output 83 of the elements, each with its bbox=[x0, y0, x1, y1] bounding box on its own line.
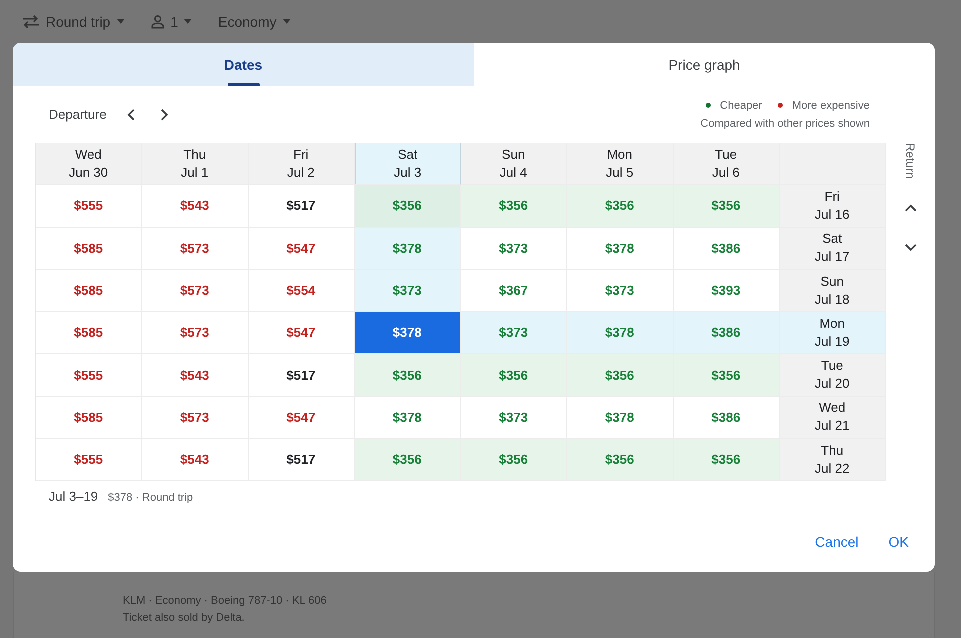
selected-price: $378 · Round trip bbox=[108, 492, 194, 504]
cabin-class-dropdown[interactable]: Economy bbox=[216, 12, 293, 32]
price-cell[interactable]: $543 bbox=[142, 185, 248, 228]
departure-label: Departure bbox=[49, 107, 107, 122]
price-cell[interactable]: $547 bbox=[248, 312, 355, 354]
dialog-button[interactable]: OK bbox=[878, 526, 919, 558]
return-date-header: Sun Jul 18 bbox=[780, 270, 886, 312]
price-cell[interactable]: $386 bbox=[674, 228, 780, 270]
return-date-header: Mon Jul 19 bbox=[780, 312, 886, 354]
legend-label: More expensive bbox=[792, 100, 870, 112]
price-cell[interactable]: $543 bbox=[142, 439, 248, 482]
price-cell[interactable]: $554 bbox=[248, 270, 355, 312]
price-cell[interactable]: $373 bbox=[461, 396, 568, 440]
price-cell[interactable]: $356 bbox=[674, 439, 780, 482]
swap-arrows-icon bbox=[22, 14, 40, 28]
departure-date-header: Sun Jul 4 bbox=[461, 143, 568, 186]
price-cell[interactable]: $585 bbox=[36, 396, 142, 440]
price-cell[interactable]: $356 bbox=[567, 185, 674, 228]
departure-date-header: Thu Jul 1 bbox=[142, 143, 248, 186]
price-cell[interactable]: $573 bbox=[142, 228, 248, 270]
price-cell[interactable]: $367 bbox=[461, 270, 568, 312]
flight-details: KLM · Economy · Boeing 787-10 · KL 606 bbox=[123, 594, 327, 609]
price-cell[interactable]: $378 bbox=[354, 396, 461, 440]
return-date-header: Sat Jul 17 bbox=[780, 228, 886, 270]
selected-dates: Jul 3–19 bbox=[49, 489, 98, 504]
return-axis-label: Return bbox=[904, 143, 918, 182]
price-cell[interactable]: $585 bbox=[36, 312, 142, 354]
price-cell[interactable]: $356 bbox=[354, 185, 461, 228]
return-date-header: Tue Jul 20 bbox=[780, 354, 886, 397]
price-cell[interactable]: $378 bbox=[567, 228, 674, 270]
price-cell[interactable]: $386 bbox=[674, 396, 780, 440]
departure-date-header: Tue Jul 6 bbox=[674, 143, 780, 186]
price-cell[interactable]: $517 bbox=[248, 439, 355, 482]
caret-icon bbox=[184, 19, 192, 24]
price-cell[interactable]: $393 bbox=[674, 270, 780, 312]
price-cell[interactable]: $573 bbox=[142, 396, 248, 440]
price-cell[interactable]: $555 bbox=[36, 354, 142, 397]
return-date-header: Thu Jul 22 bbox=[780, 439, 886, 482]
caret-icon bbox=[282, 19, 291, 24]
departure-date-header: Fri Jul 2 bbox=[248, 143, 355, 186]
price-cell[interactable]: $378 bbox=[567, 396, 674, 440]
legend-label: Cheaper bbox=[720, 100, 762, 112]
person-icon bbox=[150, 14, 165, 28]
price-cell[interactable]: $356 bbox=[567, 439, 674, 482]
price-cell[interactable]: $543 bbox=[142, 354, 248, 397]
trip-type-dropdown[interactable]: Round trip bbox=[20, 12, 127, 32]
return-date-header: Fri Jul 16 bbox=[780, 185, 886, 228]
price-cell[interactable]: $547 bbox=[248, 228, 355, 270]
price-cell[interactable]: $356 bbox=[674, 185, 780, 228]
tab[interactable]: Dates bbox=[13, 43, 474, 86]
price-cell[interactable]: $356 bbox=[567, 354, 674, 397]
price-cell[interactable]: $356 bbox=[461, 439, 568, 482]
price-cell[interactable]: $555 bbox=[36, 185, 142, 228]
price-cell[interactable]: $378 bbox=[567, 312, 674, 354]
dialog-button[interactable]: Cancel bbox=[805, 526, 869, 558]
departure-date-header: Mon Jul 5 bbox=[567, 143, 674, 186]
return-date-header: Wed Jul 21 bbox=[780, 396, 886, 440]
legend-note: Compared with other prices shown bbox=[700, 118, 870, 130]
price-cell[interactable]: $356 bbox=[461, 185, 568, 228]
departure-date-header: Wed Jun 30 bbox=[36, 143, 142, 186]
price-cell[interactable]: $517 bbox=[248, 185, 355, 228]
price-cell[interactable]: $356 bbox=[354, 354, 461, 397]
passengers-dropdown[interactable]: 1 bbox=[148, 12, 194, 32]
caret-icon bbox=[116, 19, 125, 24]
price-cell[interactable]: $517 bbox=[248, 354, 355, 397]
price-cell[interactable]: $573 bbox=[142, 270, 248, 312]
ticket-note: Ticket also sold by Delta. bbox=[123, 611, 245, 626]
price-cell[interactable]: $378 bbox=[354, 312, 461, 354]
price-cell[interactable]: $585 bbox=[36, 228, 142, 270]
price-cell[interactable]: $378 bbox=[354, 228, 461, 270]
price-cell[interactable]: $373 bbox=[567, 270, 674, 312]
price-cell[interactable]: $356 bbox=[461, 354, 568, 397]
price-cell[interactable]: $573 bbox=[142, 312, 248, 354]
price-cell[interactable]: $356 bbox=[354, 439, 461, 482]
price-cell[interactable]: $585 bbox=[36, 270, 142, 312]
price-cell[interactable]: $356 bbox=[674, 354, 780, 397]
price-cell[interactable]: $555 bbox=[36, 439, 142, 482]
departure-date-header: Sat Jul 3 bbox=[354, 143, 461, 186]
price-cell[interactable]: $373 bbox=[461, 312, 568, 354]
price-cell[interactable]: $373 bbox=[461, 228, 568, 270]
price-cell[interactable]: $547 bbox=[248, 396, 355, 440]
price-cell[interactable]: $386 bbox=[674, 312, 780, 354]
price-cell[interactable]: $373 bbox=[354, 270, 461, 312]
